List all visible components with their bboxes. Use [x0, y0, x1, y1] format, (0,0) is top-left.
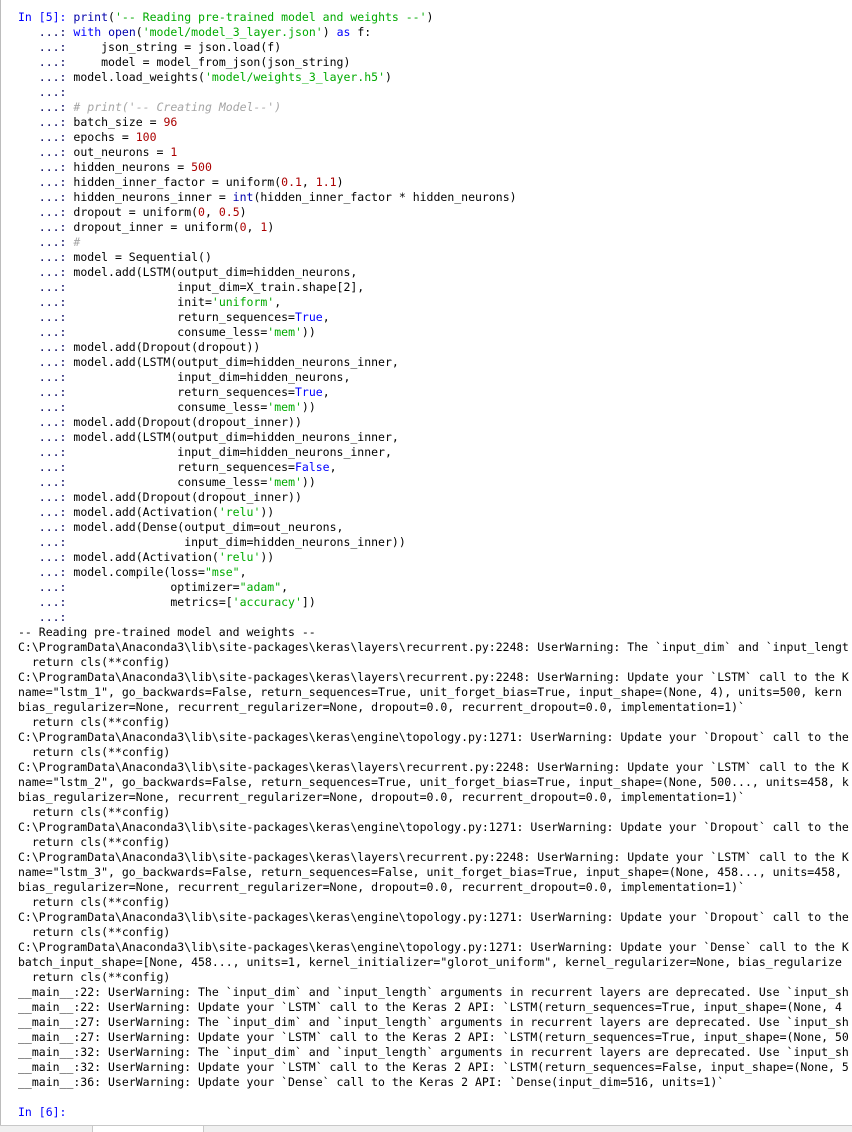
output-line: return cls(**config) — [18, 805, 171, 819]
console-tab-strip — [0, 1125, 852, 1132]
output-line: bias_regularizer=None, recurrent_regular… — [18, 880, 745, 894]
output-line: C:\ProgramData\Anaconda3\lib\site-packag… — [18, 670, 849, 684]
output-line: C:\ProgramData\Anaconda3\lib\site-packag… — [18, 640, 849, 654]
output-line: return cls(**config) — [18, 970, 171, 984]
cell-output: -- Reading pre-trained model and weights… — [18, 625, 852, 1090]
input-line-5: ...: model.load_weights('model/weights_3… — [38, 70, 392, 84]
output-line: __main__:36: UserWarning: Update your `D… — [18, 1075, 725, 1089]
input-line-28: ...: model.add(Dropout(dropout_inner)) — [38, 415, 302, 429]
input-line-21: ...: return_sequences=True, — [38, 310, 330, 324]
input-line-13: ...: hidden_neurons_inner = int(hidden_i… — [38, 190, 517, 204]
ipython-console[interactable]: In [5]: print('-- Reading pre-trained mo… — [0, 0, 852, 1126]
input-line-33: ...: model.add(Dropout(dropout_inner)) — [38, 490, 302, 504]
input-line-18: ...: model.add(LSTM(output_dim=hidden_ne… — [38, 265, 358, 279]
input-line-2: ...: with open('model/model_3_layer.json… — [38, 25, 372, 39]
output-line: C:\ProgramData\Anaconda3\lib\site-packag… — [18, 850, 849, 864]
output-line: C:\ProgramData\Anaconda3\lib\site-packag… — [18, 730, 849, 744]
input-line-12: ...: hidden_inner_factor = uniform(0.1, … — [38, 175, 344, 189]
output-line: batch_input_shape=[None, 458..., units=1… — [18, 955, 842, 969]
input-line-8: ...: batch_size = 96 — [38, 115, 178, 129]
output-line: __main__:32: UserWarning: The `input_dim… — [18, 1045, 849, 1059]
input-line-4: ...: model = model_from_json(json_string… — [38, 55, 351, 69]
console-tab[interactable] — [20, 1126, 80, 1132]
input-prompt: In [6]: — [18, 1105, 67, 1119]
input-line-29: ...: model.add(LSTM(output_dim=hidden_ne… — [38, 430, 399, 444]
input-prompt: In [5]: — [18, 10, 67, 24]
input-line-39: ...: optimizer="adam", — [38, 580, 289, 594]
input-line-35: ...: model.add(Dense(output_dim=out_neur… — [38, 520, 344, 534]
output-line: __main__:27: UserWarning: The `input_dim… — [18, 1015, 849, 1029]
input-line-16: ...: # — [38, 235, 81, 249]
input-line-9: ...: epochs = 100 — [38, 130, 157, 144]
input-line-30: ...: input_dim=hidden_neurons_inner, — [38, 445, 392, 459]
output-line: -- Reading pre-trained model and weights… — [18, 625, 316, 639]
output-line: C:\ProgramData\Anaconda3\lib\site-packag… — [18, 940, 849, 954]
input-line-next[interactable]: In [6]: — [18, 1105, 852, 1120]
output-line: C:\ProgramData\Anaconda3\lib\site-packag… — [18, 760, 849, 774]
input-line-22: ...: consume_less='mem')) — [38, 325, 316, 339]
input-line-15: ...: dropout_inner = uniform(0, 1) — [38, 220, 275, 234]
input-line-14: ...: dropout = uniform(0, 0.5) — [38, 205, 247, 219]
input-line-36: ...: input_dim=hidden_neurons_inner)) — [38, 535, 406, 549]
output-line: return cls(**config) — [18, 895, 171, 909]
input-line-31: ...: return_sequences=False, — [38, 460, 337, 474]
output-line: C:\ProgramData\Anaconda3\lib\site-packag… — [18, 820, 849, 834]
input-line-24: ...: model.add(LSTM(output_dim=hidden_ne… — [38, 355, 399, 369]
input-line-6: ...: — [38, 85, 67, 99]
input-line-37: ...: model.add(Activation('relu')) — [38, 550, 275, 564]
input-line-19: ...: input_dim=X_train.shape[2], — [38, 280, 365, 294]
input-line-26: ...: return_sequences=True, — [38, 385, 330, 399]
output-line: return cls(**config) — [18, 745, 171, 759]
output-line: name="lstm_3", go_backwards=False, retur… — [18, 865, 842, 879]
console-tab-active[interactable] — [92, 1126, 204, 1132]
output-line: __main__:32: UserWarning: Update your `L… — [18, 1060, 849, 1074]
input-line-3: ...: json_string = json.load(f) — [38, 40, 282, 54]
input-line-10: ...: out_neurons = 1 — [38, 145, 178, 159]
input-line-1: In [5]: print('-- Reading pre-trained mo… — [18, 10, 434, 24]
input-line-27: ...: consume_less='mem')) — [38, 400, 316, 414]
output-line: __main__:27: UserWarning: Update your `L… — [18, 1030, 849, 1044]
input-line-20: ...: init='uniform', — [38, 295, 282, 309]
output-line: bias_regularizer=None, recurrent_regular… — [18, 700, 745, 714]
input-line-7: ...: # print('-- Creating Model--') — [38, 100, 282, 114]
input-line-25: ...: input_dim=hidden_neurons, — [38, 370, 351, 384]
output-line: __main__:22: UserWarning: The `input_dim… — [18, 985, 849, 999]
output-line: return cls(**config) — [18, 715, 171, 729]
input-line-11: ...: hidden_neurons = 500 — [38, 160, 212, 174]
output-line: name="lstm_2", go_backwards=False, retur… — [18, 775, 849, 789]
input-line-34: ...: model.add(Activation('relu')) — [38, 505, 275, 519]
output-line: return cls(**config) — [18, 925, 171, 939]
output-line: return cls(**config) — [18, 835, 171, 849]
input-line-23: ...: model.add(Dropout(dropout)) — [38, 340, 261, 354]
output-line: name="lstm_1", go_backwards=False, retur… — [18, 685, 842, 699]
input-line-41: ...: — [38, 610, 67, 624]
input-line-17: ...: model = Sequential() — [38, 250, 212, 264]
input-line-32: ...: consume_less='mem')) — [38, 475, 316, 489]
input-line-40: ...: metrics=['accuracy']) — [38, 595, 316, 609]
input-line-38: ...: model.compile(loss="mse", — [38, 565, 247, 579]
output-line: __main__:22: UserWarning: Update your `L… — [18, 1000, 842, 1014]
output-line: C:\ProgramData\Anaconda3\lib\site-packag… — [18, 910, 849, 924]
output-line: bias_regularizer=None, recurrent_regular… — [18, 790, 745, 804]
output-line: return cls(**config) — [18, 655, 171, 669]
